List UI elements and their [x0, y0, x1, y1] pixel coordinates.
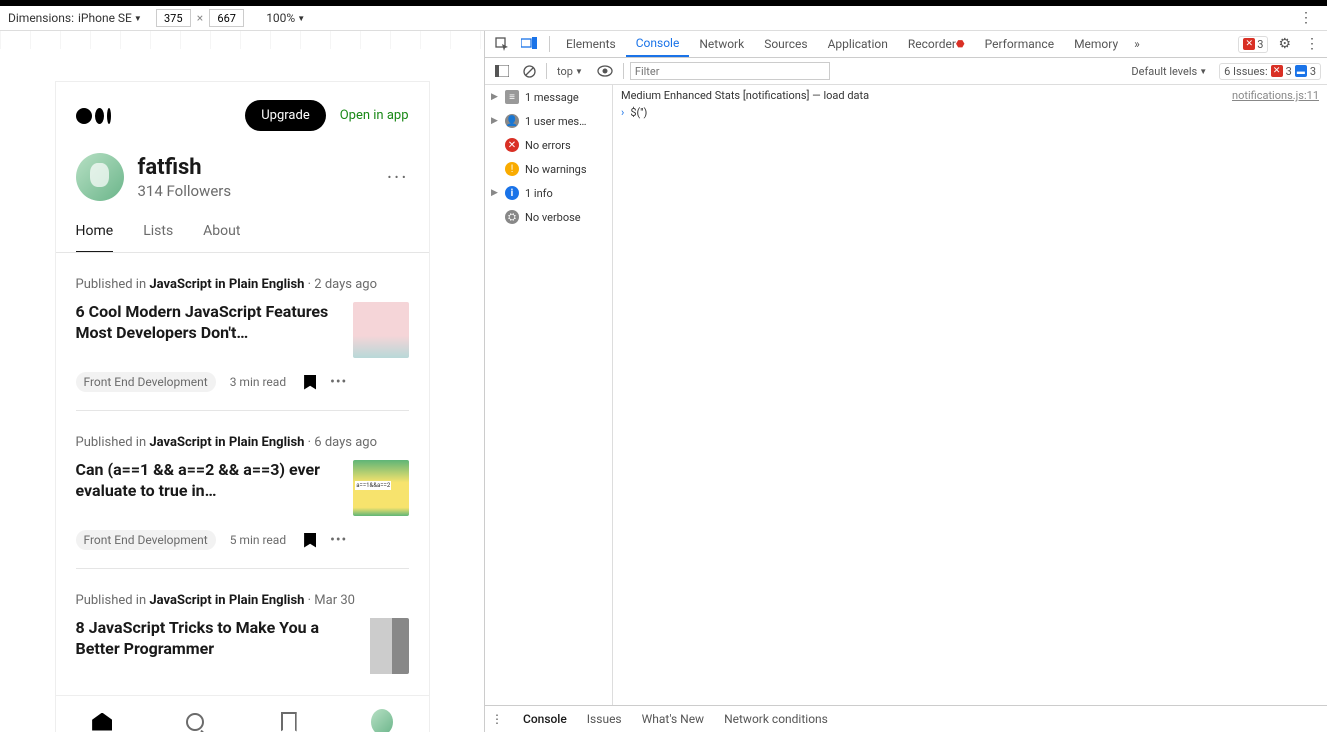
profile-more-icon[interactable]: ···: [387, 165, 409, 189]
chevron-down-icon: ▼: [1199, 67, 1207, 76]
followers-count: 314 Followers: [138, 182, 232, 200]
log-levels-select[interactable]: Default levels ▼: [1127, 65, 1211, 78]
sidebar-info[interactable]: ▶i1 info: [485, 181, 612, 205]
error-icon: ✕: [505, 138, 519, 152]
live-expression-icon[interactable]: [593, 63, 617, 79]
tab-network[interactable]: Network: [689, 31, 754, 57]
user-icon: 👤: [505, 114, 519, 128]
tab-memory[interactable]: Memory: [1064, 31, 1128, 57]
sidebar-verbose[interactable]: ⛭No verbose: [485, 205, 612, 229]
nav-profile-avatar[interactable]: [371, 711, 393, 732]
bookmark-icon[interactable]: [304, 375, 316, 390]
article-title: 8 JavaScript Tricks to Make You a Better…: [76, 618, 337, 660]
tab-about[interactable]: About: [203, 223, 240, 252]
article-title: 6 Cool Modern JavaScript Features Most D…: [76, 302, 337, 344]
article-thumbnail: [353, 460, 409, 516]
bottom-nav: [56, 695, 429, 732]
article-thumbnail: [353, 302, 409, 358]
width-input[interactable]: [156, 9, 191, 27]
tab-home[interactable]: Home: [76, 223, 114, 252]
sidebar-messages[interactable]: ▶≡1 message: [485, 85, 612, 109]
drawer-more-icon[interactable]: ⋮: [491, 712, 503, 726]
drawer-tab-whats-new[interactable]: What's New: [642, 712, 704, 726]
tab-elements[interactable]: Elements: [556, 31, 626, 57]
source-link[interactable]: notifications.js:11: [1232, 89, 1319, 102]
chevron-down-icon: ▼: [575, 67, 583, 76]
sidebar-errors[interactable]: ✕No errors: [485, 133, 612, 157]
tab-sources[interactable]: Sources: [754, 31, 817, 57]
read-time: 5 min read: [230, 533, 286, 547]
tab-lists[interactable]: Lists: [143, 223, 173, 252]
nav-home-icon[interactable]: [91, 711, 113, 732]
article-card[interactable]: Published in JavaScript in Plain English…: [76, 411, 409, 569]
device-toggle-icon[interactable]: [515, 37, 543, 51]
inspect-element-icon[interactable]: [489, 37, 515, 51]
topic-tag[interactable]: Front End Development: [76, 530, 216, 550]
console-output: Medium Enhanced Stats [notifications] — …: [613, 85, 1327, 705]
chevron-down-icon: ▼: [134, 14, 142, 23]
filter-input[interactable]: [630, 62, 830, 80]
rendered-page: Upgrade Open in app fatfish 314 Follower…: [55, 81, 430, 732]
more-icon[interactable]: •••: [330, 374, 347, 390]
sidebar-user-messages[interactable]: ▶👤1 user mes…: [485, 109, 612, 133]
drawer-tab-console[interactable]: Console: [523, 712, 567, 726]
dimensions-label: Dimensions:: [8, 11, 74, 25]
article-card[interactable]: Published in JavaScript in Plain English…: [76, 569, 409, 692]
warning-icon: !: [505, 162, 519, 176]
tab-recorder[interactable]: Recorder ⬣: [898, 31, 975, 57]
device-viewport: Upgrade Open in app fatfish 314 Follower…: [0, 31, 484, 732]
info-icon: i: [505, 186, 519, 200]
more-options-icon[interactable]: ⋮: [1293, 10, 1319, 26]
device-toolbar: Dimensions: iPhone SE ▼ × 100% ▼ ⋮: [0, 6, 1327, 31]
ruler: [0, 31, 484, 49]
issues-badge[interactable]: 6 Issues: ✕3 ▬3: [1219, 63, 1321, 80]
read-time: 3 min read: [230, 375, 286, 389]
nav-search-icon[interactable]: [184, 711, 206, 732]
profile-name: fatfish: [138, 155, 232, 180]
settings-gear-icon[interactable]: ⚙: [1274, 36, 1295, 52]
tab-application[interactable]: Application: [818, 31, 898, 57]
prompt-icon: ›: [621, 106, 624, 119]
toggle-sidebar-icon[interactable]: [491, 63, 513, 79]
clear-console-icon[interactable]: [519, 63, 540, 80]
profile-avatar[interactable]: [76, 153, 124, 201]
height-input[interactable]: [209, 9, 244, 27]
article-card[interactable]: Published in JavaScript in Plain English…: [76, 253, 409, 411]
tab-console[interactable]: Console: [626, 31, 690, 57]
nav-bookmarks-icon[interactable]: [278, 711, 300, 732]
error-icon: ✕: [1271, 65, 1283, 77]
verbose-icon: ⛭: [505, 210, 519, 224]
list-icon: ≡: [505, 90, 519, 104]
context-select[interactable]: top ▼: [553, 65, 587, 78]
sidebar-warnings[interactable]: !No warnings: [485, 157, 612, 181]
bookmark-icon[interactable]: [304, 533, 316, 548]
upgrade-button[interactable]: Upgrade: [245, 100, 325, 131]
chevron-down-icon: ▼: [297, 14, 305, 23]
medium-logo[interactable]: [76, 108, 111, 124]
devtools-panel: Elements Console Network Sources Applica…: [484, 31, 1327, 732]
article-title: Can (a==1 && a==2 && a==3) ever evaluate…: [76, 460, 337, 502]
error-icon: ✕: [1243, 38, 1255, 50]
more-icon[interactable]: •••: [330, 532, 347, 548]
devtools-more-icon[interactable]: ⋮: [1301, 36, 1323, 52]
console-input[interactable]: › $(''): [613, 104, 1327, 121]
x-separator: ×: [197, 11, 203, 25]
topic-tag[interactable]: Front End Development: [76, 372, 216, 392]
article-thumbnail: [353, 618, 409, 674]
device-select[interactable]: iPhone SE ▼: [78, 11, 142, 25]
console-sidebar: ▶≡1 message ▶👤1 user mes… ✕No errors !No…: [485, 85, 613, 705]
more-tabs-icon[interactable]: »: [1128, 37, 1146, 51]
open-in-app-link[interactable]: Open in app: [340, 108, 409, 123]
console-log-line[interactable]: Medium Enhanced Stats [notifications] — …: [613, 87, 1327, 104]
errors-badge[interactable]: ✕ 3: [1238, 36, 1268, 53]
drawer-tab-issues[interactable]: Issues: [587, 712, 622, 726]
tab-performance[interactable]: Performance: [975, 31, 1064, 57]
info-icon: ▬: [1295, 65, 1307, 77]
drawer-tab-network-conditions[interactable]: Network conditions: [724, 712, 828, 726]
zoom-select[interactable]: 100% ▼: [266, 11, 305, 25]
